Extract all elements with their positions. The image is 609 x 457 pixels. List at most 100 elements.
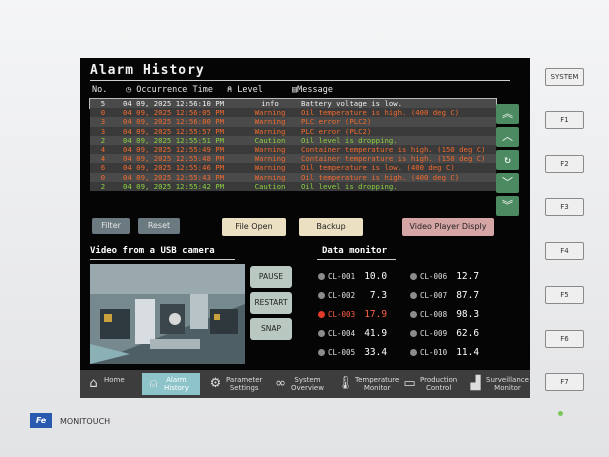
status-dot-icon xyxy=(318,330,325,337)
snap-button[interactable]: SNAP xyxy=(250,318,292,340)
alarm-message-cell: Oil temperature is high. (400 deg C) xyxy=(301,172,460,182)
title-divider xyxy=(90,80,510,81)
nav-item-alarm[interactable]: ⍝ Alarm History xyxy=(142,373,200,395)
alarm-time-cell: 04 09, 2025 12:56:05 PM xyxy=(123,108,225,118)
alarm-level-cell: Caution xyxy=(254,135,286,145)
nav-item-parameter[interactable]: ⚙ Parameter Settings xyxy=(204,373,265,395)
backup-button[interactable]: Backup xyxy=(299,218,363,236)
nav-label-line1: Temperature xyxy=(355,376,400,384)
table-row[interactable]: 5 04 09, 2025 12:56:10 PM info Battery volt… xyxy=(89,97,497,110)
clock-icon: ◷ xyxy=(126,85,132,95)
filter-button[interactable]: Filter xyxy=(92,218,130,234)
nav-item-label: Alarm History xyxy=(164,376,189,392)
alarm-time-cell: 04 09, 2025 12:55:46 PM xyxy=(123,163,225,173)
alarm-table: 5 04 09, 2025 12:56:10 PM info Battery volt… xyxy=(89,97,497,209)
hmi-screen: Alarm History No. ◷ Occurrence Time ⍝ Le… xyxy=(80,58,530,398)
alarm-level-cell: Warning xyxy=(254,144,286,154)
chevron-up-icon: ︿ xyxy=(502,130,513,143)
status-dot-icon xyxy=(410,273,417,280)
table-row[interactable]: 2 04 09, 2025 12:55:42 PM Caution Oil level… xyxy=(90,181,496,191)
alarm-message-cell: Oil temperature is high. (400 deg C) xyxy=(301,108,460,118)
data-monitor-label: CL-006 xyxy=(420,272,448,281)
alarm-message-cell: Battery voltage is low. xyxy=(301,99,403,108)
status-dot-icon xyxy=(410,311,417,318)
restart-button[interactable]: RESTART xyxy=(250,292,292,314)
table-row[interactable]: 4 04 09, 2025 12:55:48 PM Warning Container… xyxy=(90,154,496,164)
data-monitor-label: CL-007 xyxy=(420,291,448,300)
video-player-display-button[interactable]: Video Player Disply xyxy=(402,218,494,236)
data-monitor-label: CL-010 xyxy=(420,348,448,357)
data-monitor-item: CL-009 62.6 xyxy=(410,328,479,339)
refresh-button[interactable]: ↻ xyxy=(496,150,519,170)
alarm-level-cell: Warning xyxy=(254,117,286,127)
alarm-time-cell: 04 09, 2025 12:55:42 PM xyxy=(123,181,225,191)
nav-label-line1: System xyxy=(294,376,321,384)
data-monitor-item: CL-004 41.9 xyxy=(318,328,387,339)
nav-label-line2: Monitor xyxy=(363,384,391,392)
status-dot-icon xyxy=(410,292,417,299)
alarm-level-cell: info xyxy=(261,99,279,108)
alarm-message-cell: Oil level is dropping. xyxy=(301,135,398,145)
data-monitor-label: CL-004 xyxy=(328,329,356,338)
nav-label-line1: Production xyxy=(420,376,458,384)
alarm-level-cell: Warning xyxy=(254,163,286,173)
function-key-system[interactable]: SYSTEM xyxy=(545,68,584,86)
nav-item-production[interactable]: ▭ Production Control xyxy=(398,373,460,395)
function-key-f7[interactable]: F7 xyxy=(545,373,584,391)
table-row[interactable]: 2 04 09, 2025 12:55:51 PM Caution Oil level… xyxy=(90,135,496,145)
alarm-level-cell: Warning xyxy=(254,108,286,118)
nav-label-line2: Overview xyxy=(291,384,324,392)
pause-button[interactable]: PAUSE xyxy=(250,266,292,288)
data-monitor-item: CL-008 98.3 xyxy=(410,309,479,320)
nav-item-temperature[interactable]: 🌡 Temperature Monitor xyxy=(333,373,399,395)
function-key-f4[interactable]: F4 xyxy=(545,242,584,260)
nav-item-label: Surveillance Monitor xyxy=(486,376,529,392)
data-monitor-divider xyxy=(317,259,396,260)
alarm-message-cell: PLC error (PLC2) xyxy=(301,117,372,127)
function-key-f5[interactable]: F5 xyxy=(545,286,584,304)
data-monitor-item: CL-005 33.4 xyxy=(318,347,387,358)
nav-item-label: Home xyxy=(104,376,125,384)
data-monitor-value: 7.3 xyxy=(369,290,388,301)
nav-label-line1: Surveillance xyxy=(486,376,529,384)
col-header-time: ◷ Occurrence Time xyxy=(126,85,213,95)
table-row[interactable]: 3 04 09, 2025 12:56:00 PM Warning PLC error… xyxy=(90,117,496,127)
nav-item-system[interactable]: ∞ System Overview xyxy=(269,373,329,395)
table-row[interactable]: 0 04 09, 2025 12:55:43 PM Warning Oil tempe… xyxy=(90,172,496,182)
nav-item-home[interactable]: ⌂ Home xyxy=(82,373,138,395)
camera-feed xyxy=(90,264,245,364)
data-monitor-value: 11.4 xyxy=(456,347,480,358)
alarm-no-cell: 0 xyxy=(100,172,106,182)
double-chevron-down-icon: ︾ xyxy=(502,199,513,212)
power-led xyxy=(558,411,563,416)
table-row[interactable]: 0 04 09, 2025 12:56:05 PM Warning Oil tempe… xyxy=(90,108,496,118)
status-dot-icon xyxy=(318,292,325,299)
page-up-button[interactable]: ︽ xyxy=(496,104,519,124)
row-down-button[interactable]: ﹀ xyxy=(496,173,519,193)
table-row[interactable]: 4 04 09, 2025 12:55:49 PM Warning Container… xyxy=(90,144,496,155)
nav-label-line2: Control xyxy=(425,384,452,392)
alarm-level-cell: Caution xyxy=(254,181,286,191)
alarm-time-cell: 04 09, 2025 12:55:49 PM xyxy=(123,144,225,154)
table-row[interactable]: 3 04 09, 2025 12:55:57 PM Warning PLC error… xyxy=(90,126,496,136)
function-key-f3[interactable]: F3 xyxy=(545,198,584,216)
function-key-f2[interactable]: F2 xyxy=(545,155,584,173)
alarm-level-cell: Warning xyxy=(254,172,286,182)
data-monitor-value: 12.7 xyxy=(456,271,480,282)
function-key-f1[interactable]: F1 xyxy=(545,111,584,129)
col-header-message: ▤Message xyxy=(292,85,333,95)
scroll-buttons: ︽ ︿ ↻ ﹀ ︾ xyxy=(496,104,522,219)
table-row[interactable]: 6 04 09, 2025 12:55:46 PM Warning Oil tempe… xyxy=(90,163,496,173)
file-open-button[interactable]: File Open xyxy=(222,218,286,236)
col-header-message-label: Message xyxy=(297,85,333,95)
binoculars-icon: ∞ xyxy=(275,376,286,391)
row-up-button[interactable]: ︿ xyxy=(496,127,519,147)
bell-icon: ⍝ xyxy=(149,376,158,391)
nav-label-line1: Alarm xyxy=(166,376,187,384)
data-monitor-label: CL-003 xyxy=(328,310,356,319)
function-key-f6[interactable]: F6 xyxy=(545,330,584,348)
page-down-button[interactable]: ︾ xyxy=(496,196,519,216)
reset-button[interactable]: Reset xyxy=(138,218,180,234)
nav-item-surveillance[interactable]: ▟ Surveillance Monitor xyxy=(464,373,529,395)
data-monitor-item: CL-006 12.7 xyxy=(410,271,479,282)
